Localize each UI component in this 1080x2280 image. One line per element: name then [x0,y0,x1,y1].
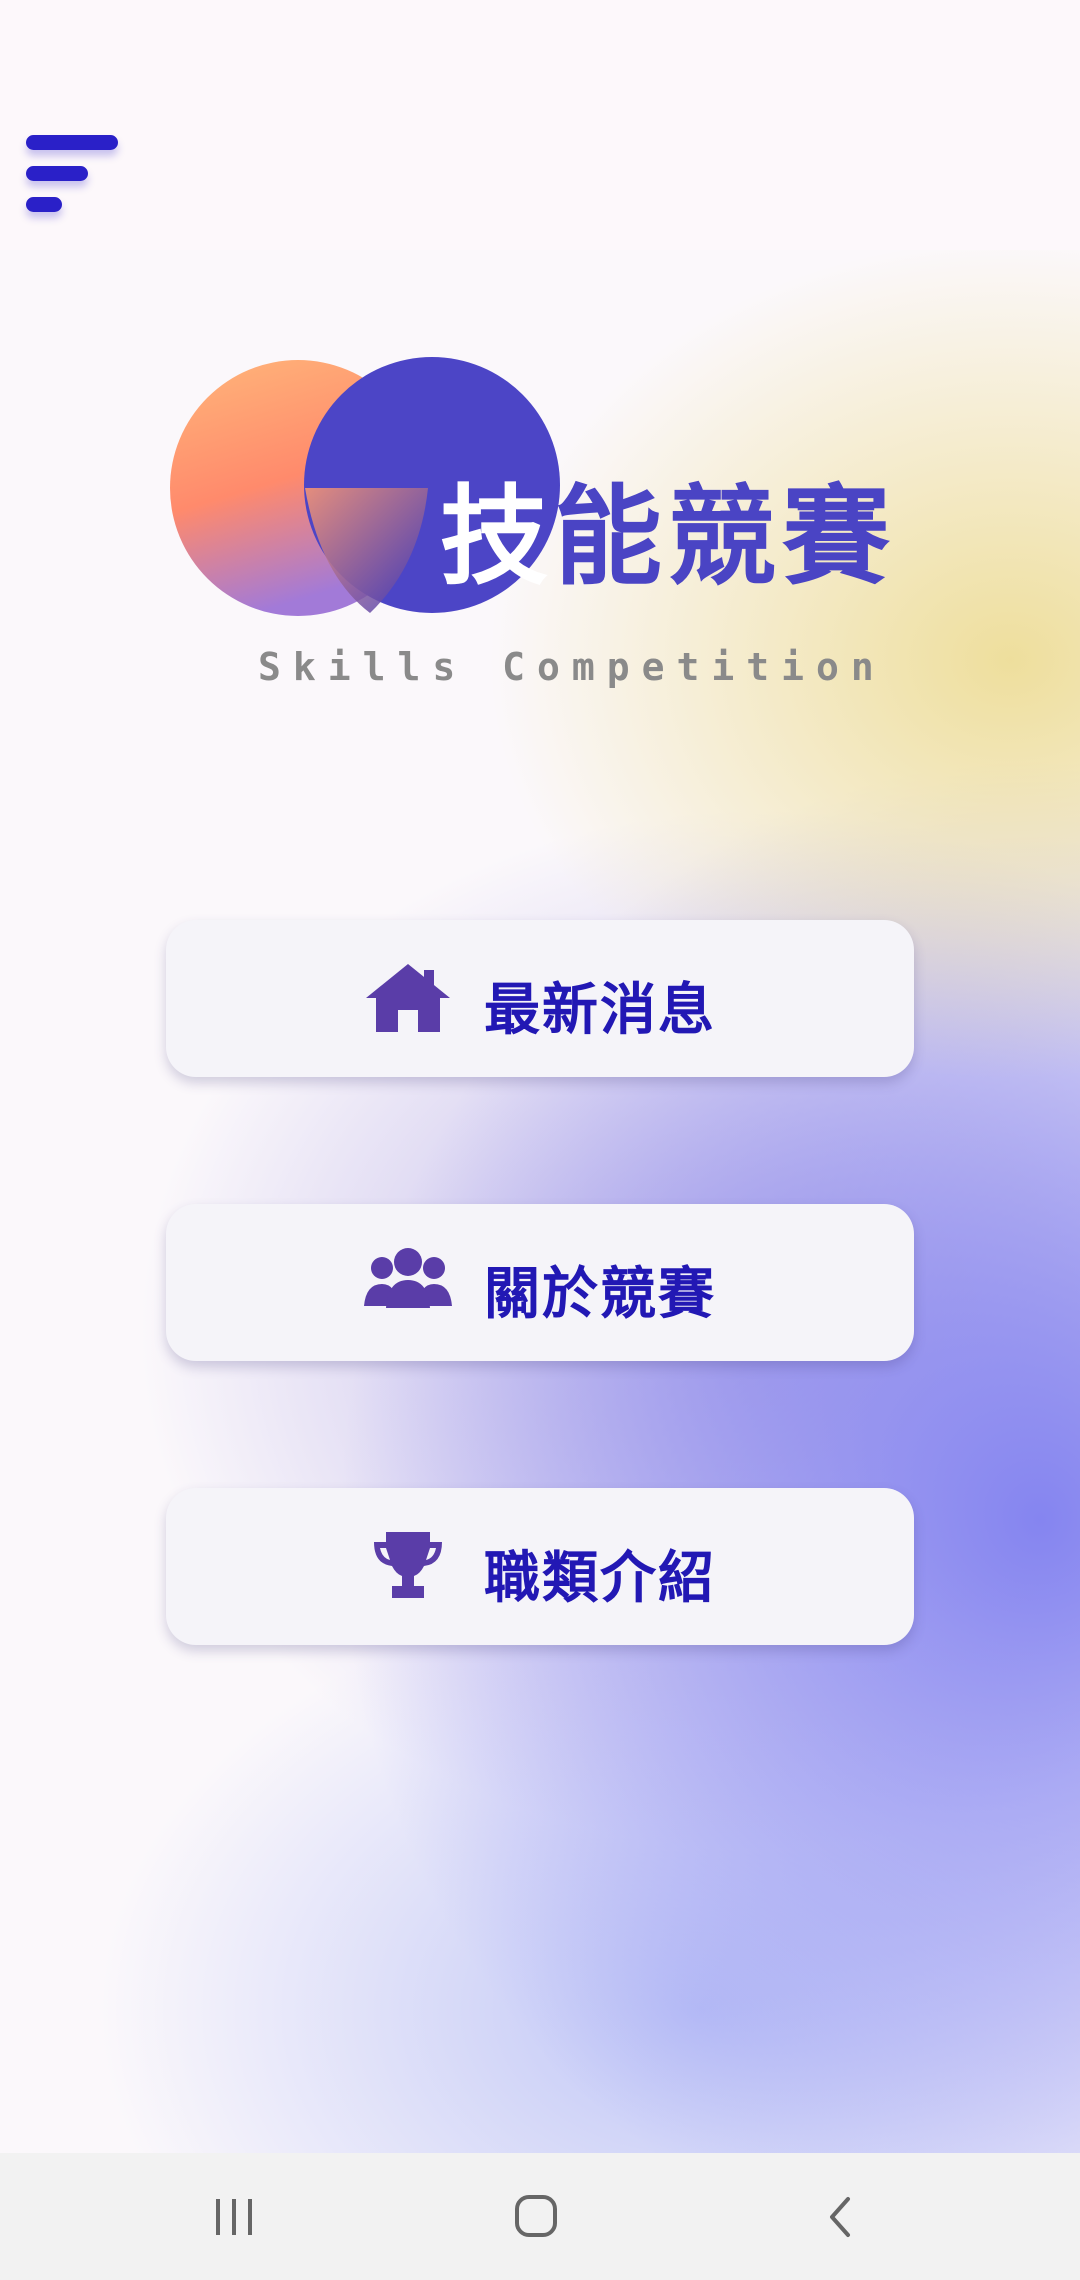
recents-icon [216,2199,252,2235]
home-circle-icon [515,2195,557,2237]
app-logo: 技能競賽 Skills Competition [170,355,910,705]
trade-intro-label: 職類介紹 [484,1546,716,1611]
trade-intro-button[interactable]: 職類介紹 [166,1488,914,1645]
system-navigation-bar [0,2153,1080,2280]
back-icon [830,2197,850,2237]
recents-button[interactable] [184,2175,284,2259]
menu-line-icon [26,135,118,150]
about-competition-label: 關於競賽 [484,1262,716,1327]
home-icon [366,964,450,1032]
menu-line-icon [26,197,62,212]
app-bar [0,0,1080,250]
back-button[interactable] [790,2175,890,2259]
menu-line-icon [26,166,88,181]
news-button[interactable]: 最新消息 [166,920,914,1077]
news-label: 最新消息 [484,978,716,1043]
logo-title: 技能競賽 [440,475,897,600]
about-competition-button[interactable]: 關於競賽 [166,1204,914,1361]
group-icon [364,1248,452,1308]
logo-subtitle: Skills Competition [258,645,886,689]
trophy-icon [374,1532,442,1598]
hamburger-menu-button[interactable] [26,132,122,216]
home-nav-button[interactable] [486,2175,586,2259]
